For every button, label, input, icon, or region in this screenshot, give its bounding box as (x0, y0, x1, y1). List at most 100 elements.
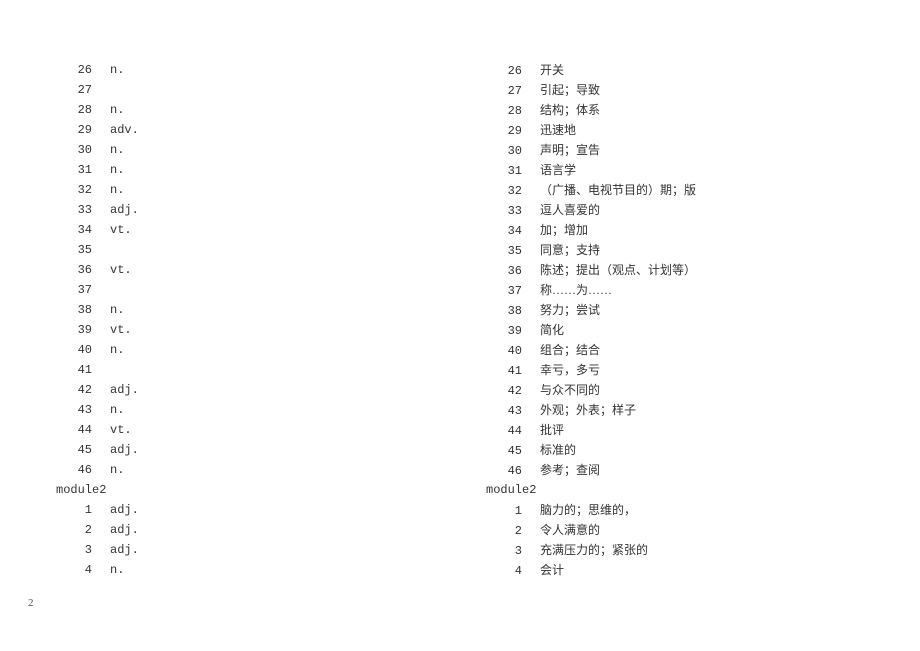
vocab-row: 2令人满意的 (480, 520, 870, 540)
row-number: 41 (480, 361, 540, 381)
row-number: 26 (50, 60, 110, 80)
row-number: 34 (480, 221, 540, 241)
vocab-row: 39vt. (50, 320, 480, 340)
vocab-row: 42与众不同的 (480, 380, 870, 400)
part-of-speech: n. (110, 560, 124, 580)
definition: 充满压力的；紧张的 (540, 540, 648, 560)
definition: 参考；查阅 (540, 460, 600, 480)
definition: 引起；导致 (540, 80, 600, 100)
row-number: 39 (50, 320, 110, 340)
row-number: 1 (50, 500, 110, 520)
definition: 加；增加 (540, 220, 588, 240)
part-of-speech: n. (110, 300, 124, 320)
row-number: 35 (480, 241, 540, 261)
definition: 幸亏，多亏 (540, 360, 600, 380)
vocab-row: 34加；增加 (480, 220, 870, 240)
definition: 脑力的；思维的， (540, 500, 636, 520)
row-number: 38 (480, 301, 540, 321)
row-number: 31 (480, 161, 540, 181)
row-number: 2 (480, 521, 540, 541)
part-of-speech: n. (110, 180, 124, 200)
row-number: 35 (50, 240, 110, 260)
vocab-row: 27引起；导致 (480, 80, 870, 100)
row-number: 36 (480, 261, 540, 281)
row-number: 4 (480, 561, 540, 581)
vocab-row: 30n. (50, 140, 480, 160)
vocab-row: 26开关 (480, 60, 870, 80)
part-of-speech: n. (110, 460, 124, 480)
part-of-speech: n. (110, 140, 124, 160)
vocab-row: 35同意；支持 (480, 240, 870, 260)
part-of-speech: vt. (110, 320, 132, 340)
row-number: 46 (50, 460, 110, 480)
definition: 陈述；提出（观点、计划等） (540, 260, 696, 280)
row-number: 42 (50, 380, 110, 400)
vocab-row: 43n. (50, 400, 480, 420)
definition: 组合；结合 (540, 340, 600, 360)
page-content: 26n.2728n.29adv.30n.31n.32n.33adj.34vt.3… (0, 0, 920, 580)
vocab-row: 42adj. (50, 380, 480, 400)
row-number: 29 (50, 120, 110, 140)
part-of-speech: adj. (110, 440, 139, 460)
vocab-row: 44vt. (50, 420, 480, 440)
vocab-row: 43外观；外表；样子 (480, 400, 870, 420)
definition: （广播、电视节目的）期；版 (540, 180, 696, 200)
vocab-row: 29迅速地 (480, 120, 870, 140)
row-number: 43 (50, 400, 110, 420)
vocab-row: 32n. (50, 180, 480, 200)
vocab-row: 30声明；宣告 (480, 140, 870, 160)
row-number: 44 (50, 420, 110, 440)
vocab-row: 37 (50, 280, 480, 300)
module-heading: module2 (50, 480, 480, 500)
row-number: 39 (480, 321, 540, 341)
row-number: 32 (480, 181, 540, 201)
part-of-speech: adj. (110, 540, 139, 560)
vocab-row: 39简化 (480, 320, 870, 340)
vocab-row: 1adj. (50, 500, 480, 520)
module-label: module2 (50, 480, 106, 500)
vocab-row: 36陈述；提出（观点、计划等） (480, 260, 870, 280)
definition: 会计 (540, 560, 564, 580)
vocab-row: 45adj. (50, 440, 480, 460)
row-number: 1 (480, 501, 540, 521)
definition: 迅速地 (540, 120, 576, 140)
definition: 同意；支持 (540, 240, 600, 260)
row-number: 31 (50, 160, 110, 180)
part-of-speech: n. (110, 160, 124, 180)
row-number: 30 (50, 140, 110, 160)
vocab-row: 29adv. (50, 120, 480, 140)
vocab-row: 35 (50, 240, 480, 260)
row-number: 34 (50, 220, 110, 240)
module-heading: module2 (480, 480, 870, 500)
left-column: 26n.2728n.29adv.30n.31n.32n.33adj.34vt.3… (50, 60, 480, 580)
part-of-speech: adv. (110, 120, 139, 140)
module-label: module2 (480, 480, 536, 500)
row-number: 33 (50, 200, 110, 220)
part-of-speech: n. (110, 340, 124, 360)
row-number: 28 (480, 101, 540, 121)
vocab-row: 45标准的 (480, 440, 870, 460)
vocab-row: 41幸亏，多亏 (480, 360, 870, 380)
definition: 简化 (540, 320, 564, 340)
definition: 与众不同的 (540, 380, 600, 400)
row-number: 46 (480, 461, 540, 481)
vocab-row: 34vt. (50, 220, 480, 240)
part-of-speech: adj. (110, 500, 139, 520)
vocab-row: 4n. (50, 560, 480, 580)
row-number: 42 (480, 381, 540, 401)
vocab-row: 28n. (50, 100, 480, 120)
definition: 称……为…… (540, 280, 612, 300)
part-of-speech: vt. (110, 260, 132, 280)
vocab-row: 46参考；查阅 (480, 460, 870, 480)
part-of-speech: adj. (110, 200, 139, 220)
row-number: 41 (50, 360, 110, 380)
definition: 批评 (540, 420, 564, 440)
vocab-row: 33adj. (50, 200, 480, 220)
definition: 结构；体系 (540, 100, 600, 120)
row-number: 29 (480, 121, 540, 141)
vocab-row: 40组合；结合 (480, 340, 870, 360)
definition: 外观；外表；样子 (540, 400, 636, 420)
vocab-row: 33逗人喜爱的 (480, 200, 870, 220)
vocab-row: 27 (50, 80, 480, 100)
row-number: 38 (50, 300, 110, 320)
